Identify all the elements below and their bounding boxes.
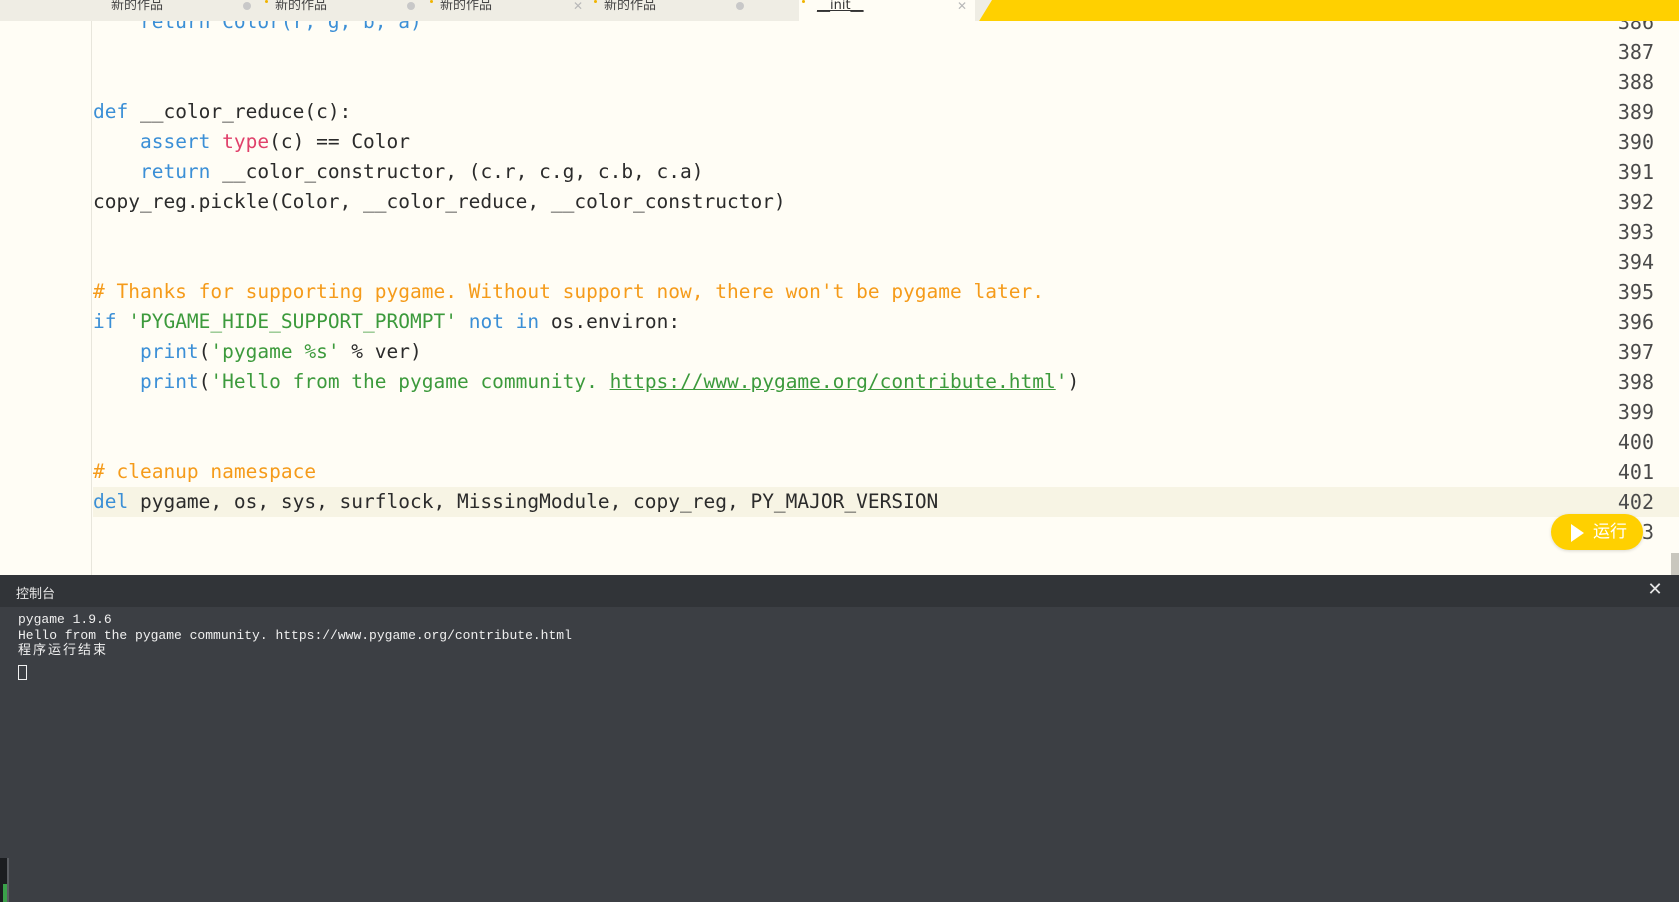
editor-scrollbar[interactable] (1671, 553, 1679, 575)
line-number: 392 (1617, 190, 1654, 214)
line-number: 390 (1617, 130, 1654, 154)
keyword: if (93, 310, 117, 333)
line-number: 399 (1617, 400, 1654, 424)
tab-label: __init__ (817, 0, 864, 13)
console-panel: 控制台 ✕ pygame 1.9.6 Hello from the pygame… (0, 575, 1679, 902)
string-literal: 'PYGAME_HIDE_SUPPORT_PROMPT' (128, 310, 457, 333)
line-number: 396 (1617, 310, 1654, 334)
code-line-402[interactable]: del pygame, os, sys, surflock, MissingMo… (93, 487, 938, 517)
unsaved-dot-icon[interactable] (243, 2, 251, 10)
tab-item-active[interactable]: __init__ ✕ (799, 0, 975, 21)
code-line-386[interactable]: return Color(r, g, b, a) (93, 21, 422, 37)
line-number: 401 (1617, 460, 1654, 484)
keyword: del (93, 490, 129, 513)
keyword: return (139, 160, 211, 183)
line-number: 386 (1617, 21, 1654, 34)
unsaved-dot-icon[interactable] (407, 2, 415, 10)
console-title: 控制台 (16, 587, 56, 602)
tab-label: 新的作品 (440, 0, 493, 13)
line-number: 387 (1617, 40, 1654, 64)
tab-label: 新的作品 (604, 0, 657, 13)
close-icon[interactable]: ✕ (1645, 580, 1665, 600)
modified-dot-icon (594, 0, 597, 3)
line-number: 391 (1617, 160, 1654, 184)
code-text: (c) == Color (269, 130, 411, 153)
code-text: return Color(r, g, b, a) (93, 21, 422, 33)
code-line-391[interactable]: return __color_constructor, (c.r, c.g, c… (93, 157, 704, 187)
code-editor[interactable]: 386 387 388 389 390 391 392 393 394 395 … (0, 21, 1679, 575)
line-number: 393 (1617, 220, 1654, 244)
code-text: % ver) (339, 340, 422, 363)
console-cursor[interactable] (18, 665, 27, 680)
close-icon[interactable]: ✕ (957, 0, 967, 12)
url-link[interactable]: https://www.pygame.org/contribute.html (610, 370, 1056, 393)
code-text: os.environ: (550, 310, 681, 333)
close-icon[interactable]: ✕ (573, 0, 583, 12)
line-number: 395 (1617, 280, 1654, 304)
string-literal: ' (1055, 370, 1068, 393)
code-text: pygame, os, sys, surflock, MissingModule… (128, 490, 939, 513)
tab-item-2[interactable]: 新的作品 (256, 0, 432, 21)
line-number: 389 (1617, 100, 1654, 124)
line-number: 394 (1617, 250, 1654, 274)
line-number: 402 (1617, 490, 1654, 514)
string-literal: 'pygame %s' (210, 340, 340, 363)
code-text: copy_reg.pickle(Color, __color_reduce, _… (93, 190, 786, 213)
comment: # cleanup namespace (93, 460, 317, 483)
keyword: not in (468, 310, 540, 333)
line-number: 397 (1617, 340, 1654, 364)
builtin-function: print (139, 340, 199, 363)
code-line-392[interactable]: copy_reg.pickle(Color, __color_reduce, _… (93, 187, 786, 217)
builtin-function: print (139, 370, 199, 393)
console-output-line: 程序运行结束 (18, 643, 109, 658)
builtin: type (222, 130, 270, 153)
tab-item-4[interactable]: 新的作品 (585, 0, 761, 21)
code-line-396[interactable]: if 'PYGAME_HIDE_SUPPORT_PROMPT' not in o… (93, 307, 680, 337)
comment: # Thanks for supporting pygame. Without … (93, 280, 1044, 303)
code-text: ( (198, 340, 211, 363)
unsaved-dot-icon[interactable] (736, 2, 744, 10)
tab-bar: 新的作品 新的作品 新的作品 ✕ 新的作品 __init__ ✕ (0, 0, 1679, 21)
code-text: ) (1067, 370, 1080, 393)
tab-label: 新的作品 (111, 0, 164, 13)
play-icon (1571, 524, 1584, 542)
console-header: 控制台 ✕ (0, 575, 1679, 607)
keyword: def (93, 100, 129, 123)
line-number: 400 (1617, 430, 1654, 454)
modified-dot-icon (802, 0, 805, 3)
keyword: assert (139, 130, 211, 153)
run-button[interactable]: 运行 (1551, 514, 1643, 550)
code-text: __color_reduce(c): (128, 100, 352, 123)
code-text: __color_constructor, (c.r, c.g, c.b, c.a… (210, 160, 704, 183)
resize-handle[interactable] (0, 858, 9, 902)
tab-item-1[interactable]: 新的作品 (92, 0, 268, 21)
modified-dot-icon (430, 0, 433, 3)
line-number-gutter (0, 21, 92, 575)
code-line-397[interactable]: print('pygame %s' % ver) (93, 337, 422, 367)
code-text: ( (198, 370, 211, 393)
code-line-389[interactable]: def __color_reduce(c): (93, 97, 351, 127)
string-literal: 'Hello from the pygame community. (210, 370, 610, 393)
code-line-395[interactable]: # Thanks for supporting pygame. Without … (93, 277, 1044, 307)
line-number: 398 (1617, 370, 1654, 394)
console-output-line: pygame 1.9.6 (18, 612, 112, 627)
code-line-401[interactable]: # cleanup namespace (93, 457, 316, 487)
code-line-398[interactable]: print('Hello from the pygame community. … (93, 367, 1079, 397)
line-number: 388 (1617, 70, 1654, 94)
code-line-390[interactable]: assert type(c) == Color (93, 127, 410, 157)
tab-item-3[interactable]: 新的作品 ✕ (421, 0, 597, 21)
run-button-label: 运行 (1593, 522, 1627, 542)
level-indicator (3, 884, 7, 902)
tab-label: 新的作品 (275, 0, 328, 13)
console-output-line: Hello from the pygame community. https:/… (18, 628, 572, 643)
modified-dot-icon (265, 0, 268, 3)
